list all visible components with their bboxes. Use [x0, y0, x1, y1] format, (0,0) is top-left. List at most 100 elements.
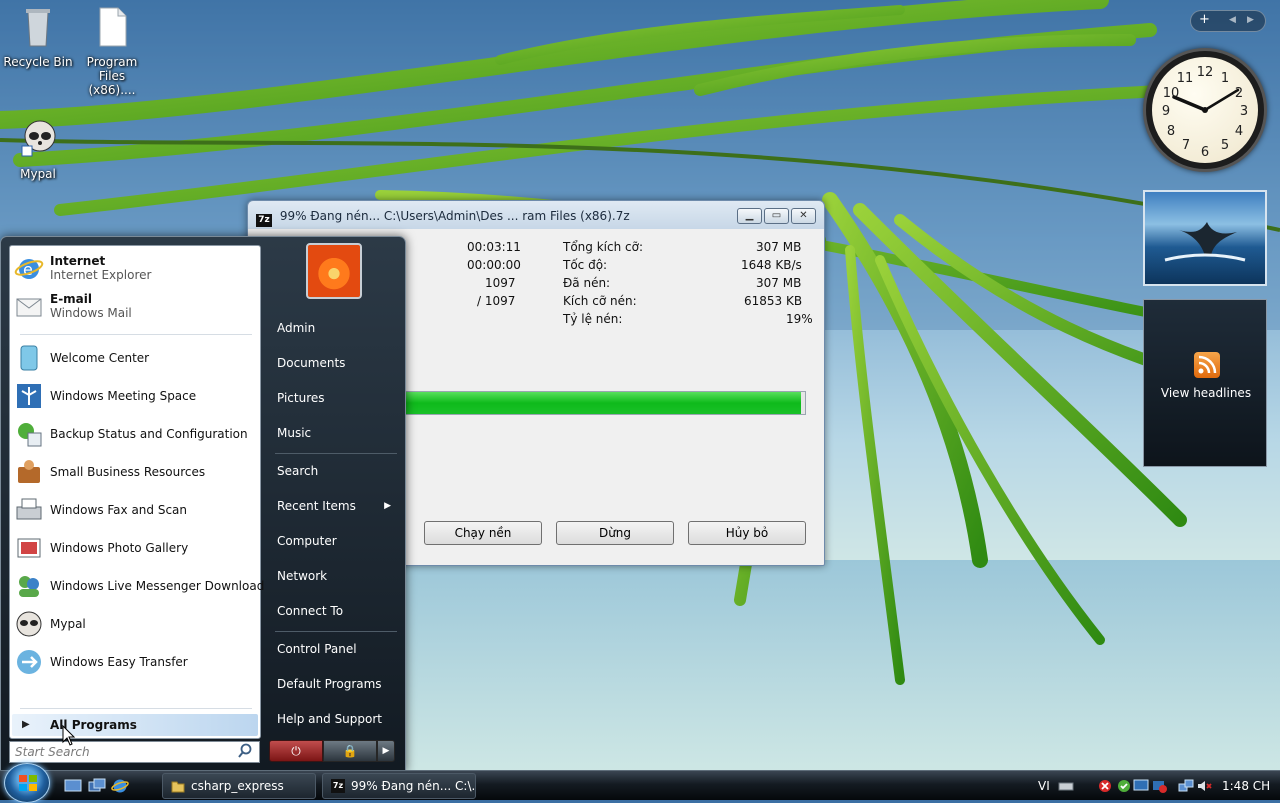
places-default-programs[interactable]: Default Programs: [269, 669, 401, 699]
desktop-icon-recycle-bin[interactable]: Recycle Bin: [0, 4, 76, 69]
volume-muted-icon[interactable]: [1196, 778, 1212, 794]
show-desktop-icon[interactable]: [64, 777, 82, 795]
power-options-arrow-icon[interactable]: ▶: [377, 740, 395, 762]
window-controls: ▁ ▭ ✕: [737, 208, 816, 224]
recent-label: Windows Fax and Scan: [50, 503, 188, 517]
mypal-icon: [16, 611, 42, 637]
recent-meeting-space[interactable]: Windows Meeting Space: [14, 378, 258, 414]
window-title: 7z 99% Đang nén... C:\Users\Admin\Des ..…: [256, 209, 630, 227]
clock-gadget[interactable]: 12 3 6 9 1245 7 8 10 11: [1143, 48, 1267, 172]
svg-text:9: 9: [1162, 104, 1170, 119]
svg-text:11: 11: [1177, 71, 1194, 86]
pinned-email[interactable]: E-mail Windows Mail: [14, 288, 258, 324]
recent-label: Windows Meeting Space: [50, 389, 197, 403]
taskbar-button-label: csharp_express: [191, 779, 284, 793]
ie-quicklaunch-icon[interactable]: [111, 777, 129, 795]
meeting-space-icon: [17, 384, 41, 408]
files-total: / 1097: [477, 294, 516, 308]
recent-photo-gallery[interactable]: Windows Photo Gallery: [14, 530, 258, 566]
svg-text:1: 1: [1221, 71, 1229, 86]
places-recent-items[interactable]: Recent Items ▶: [269, 491, 401, 521]
recent-backup[interactable]: Backup Status and Configuration: [14, 416, 258, 452]
cancel-button[interactable]: Hủy bỏ: [688, 521, 806, 545]
recent-mypal[interactable]: Mypal: [14, 606, 258, 642]
places-search[interactable]: Search: [269, 456, 401, 486]
keyboard-icon[interactable]: [1058, 778, 1074, 794]
user-picture[interactable]: [306, 243, 362, 299]
clock-time[interactable]: 1:48 CH: [1222, 771, 1270, 801]
power-controls: ⏻ 🔒 ▶: [269, 740, 395, 764]
background-button[interactable]: Chạy nền: [424, 521, 542, 545]
add-gadget-icon[interactable]: +: [1199, 12, 1210, 27]
separator: [20, 708, 252, 709]
taskbar-button-csharp-express[interactable]: csharp_express: [162, 773, 316, 799]
separator: [275, 631, 397, 632]
separator: [20, 334, 252, 335]
power-icon[interactable]: ⏻: [269, 740, 323, 762]
recent-easy-transfer[interactable]: Windows Easy Transfer: [14, 644, 258, 680]
svg-text:8: 8: [1167, 124, 1175, 139]
chevron-left-icon[interactable]: ◀: [1229, 15, 1236, 25]
slideshow-gadget[interactable]: [1143, 190, 1267, 286]
desktop-icon-mypal[interactable]: Mypal: [0, 116, 76, 181]
pinned-internet[interactable]: e Internet Internet Explorer: [14, 250, 258, 286]
chevron-right-icon: ▶: [384, 501, 391, 511]
progress-bar: [404, 391, 806, 415]
compressed-size-label: Kích cỡ nén:: [563, 294, 637, 308]
recent-fax-scan[interactable]: Windows Fax and Scan: [14, 492, 258, 528]
start-menu: e Internet Internet Explorer E-mail Window…: [0, 236, 406, 772]
close-button[interactable]: ✕: [791, 208, 816, 224]
recent-label: Windows Photo Gallery: [50, 541, 189, 555]
all-programs-button[interactable]: ▶ All Programs: [12, 714, 258, 736]
pause-button[interactable]: Dừng: [556, 521, 674, 545]
desktop-icon-label: Recycle Bin: [3, 55, 73, 69]
maximize-button[interactable]: ▭: [764, 208, 789, 224]
taskbar-button-label: 99% Đang nén... C:\...: [351, 779, 476, 793]
recent-items-label: Recent Items: [277, 499, 356, 513]
file-icon: [99, 7, 127, 47]
recent-business-resources[interactable]: Small Business Resources: [14, 454, 258, 490]
business-icon: [18, 460, 40, 483]
start-button[interactable]: [4, 763, 50, 803]
places-computer[interactable]: Computer: [269, 526, 401, 556]
start-search-input[interactable]: Start Search: [9, 741, 260, 763]
network-icon[interactable]: [1178, 778, 1194, 794]
recent-messenger[interactable]: Windows Live Messenger Download: [14, 568, 264, 604]
desktop-icon-label: Mypal: [20, 167, 56, 181]
progress-bar-fill: [405, 392, 801, 414]
sidebar-controls: + ◀ ▶: [1190, 10, 1266, 32]
elapsed-time: 00:03:11: [467, 240, 521, 254]
places-pictures[interactable]: Pictures: [269, 383, 401, 413]
mouse-cursor-icon: [62, 725, 76, 746]
desktop-icon-program-files[interactable]: Program Files (x86)....: [74, 4, 150, 97]
ie-icon: e: [14, 259, 44, 279]
lock-icon[interactable]: 🔒: [323, 740, 377, 762]
taskbar-button-7zip[interactable]: 7z 99% Đang nén... C:\...: [322, 773, 476, 799]
taskbar: csharp_express 7z 99% Đang nén... C:\...…: [0, 763, 1280, 803]
places-connect-to[interactable]: Connect To: [269, 596, 401, 626]
feed-headlines-gadget[interactable]: View headlines: [1143, 299, 1267, 467]
speed-label: Tốc độ:: [563, 258, 608, 272]
view-headlines-link[interactable]: View headlines: [1144, 386, 1268, 400]
language-indicator[interactable]: VI: [1038, 771, 1050, 801]
switch-windows-icon[interactable]: [88, 777, 106, 795]
places-documents[interactable]: Documents: [269, 348, 401, 378]
places-control-panel[interactable]: Control Panel: [269, 634, 401, 664]
recent-welcome-center[interactable]: Welcome Center: [14, 340, 258, 376]
update-icon[interactable]: [1116, 778, 1132, 794]
window-title-text: 99% Đang nén... C:\Users\Admin\Des ... r…: [279, 209, 630, 223]
places-admin[interactable]: Admin: [269, 313, 401, 343]
display-icon[interactable]: [1133, 778, 1149, 794]
start-menu-programs-pane: e Internet Internet Explorer E-mail Window…: [9, 245, 264, 739]
backup-icon: [18, 423, 42, 447]
network-error-icon[interactable]: [1151, 778, 1167, 794]
places-network[interactable]: Network: [269, 561, 401, 591]
pinned-label: Internet Internet Explorer: [50, 254, 152, 282]
security-alert-icon[interactable]: [1097, 778, 1113, 794]
minimize-button[interactable]: ▁: [737, 208, 762, 224]
folder-icon: [171, 781, 185, 793]
places-music[interactable]: Music: [269, 418, 401, 448]
mail-icon: [16, 298, 42, 317]
places-help-support[interactable]: Help and Support: [269, 704, 401, 734]
chevron-right-icon[interactable]: ▶: [1247, 15, 1254, 25]
